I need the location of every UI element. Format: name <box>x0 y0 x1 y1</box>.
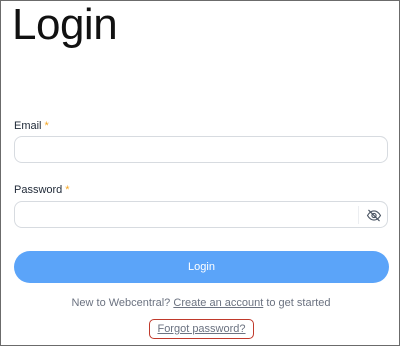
create-account-link[interactable]: Create an account <box>173 297 263 309</box>
signup-prompt: New to Webcentral? Create an account to … <box>1 296 399 310</box>
forgot-password-link[interactable]: Forgot password? <box>157 323 245 335</box>
email-required-marker: * <box>44 120 49 132</box>
email-label-text: Email <box>14 120 42 132</box>
eye-off-icon <box>366 209 382 221</box>
login-button[interactable]: Login <box>14 251 389 283</box>
signup-prefix: New to Webcentral? <box>71 297 171 309</box>
page-title: Login <box>12 0 118 49</box>
login-page: Login Email * Password * Login New to Webc… <box>0 0 400 346</box>
password-required-marker: * <box>65 184 70 196</box>
email-label: Email * <box>14 119 49 133</box>
password-field[interactable] <box>14 201 388 228</box>
signup-suffix: to get started <box>266 297 331 309</box>
password-label-text: Password <box>14 184 63 196</box>
password-visibility-toggle[interactable] <box>358 206 389 224</box>
password-label: Password * <box>14 183 70 197</box>
email-field[interactable] <box>14 136 388 163</box>
forgot-password-highlight: Forgot password? <box>149 319 254 339</box>
